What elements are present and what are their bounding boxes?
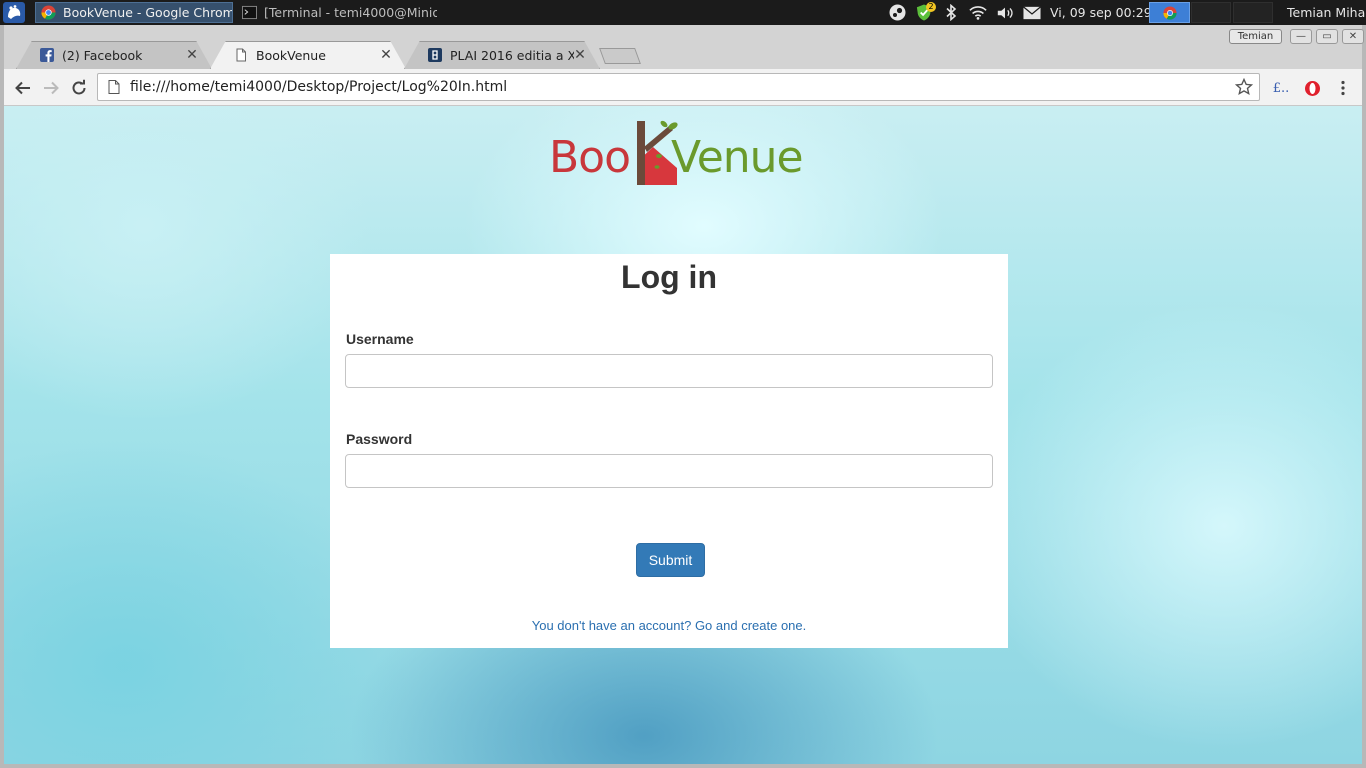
bookvenue-logo: BookVenue bbox=[549, 114, 804, 186]
tab-label: PLAI 2016 editia a XI-a ( bbox=[450, 47, 574, 63]
wifi-icon[interactable] bbox=[969, 4, 987, 22]
update-badge: 2 bbox=[926, 1, 936, 12]
extension-button[interactable]: £.. bbox=[1270, 77, 1292, 99]
address-bar[interactable]: file:///home/temi4000/Desktop/Project/Lo… bbox=[97, 73, 1260, 101]
system-tray: 2 bbox=[888, 0, 1041, 25]
facebook-icon bbox=[40, 48, 54, 62]
opera-icon bbox=[1304, 80, 1320, 96]
bluetooth-icon[interactable] bbox=[942, 4, 960, 22]
logo-venue-text: Venue bbox=[671, 132, 804, 183]
maximize-button[interactable]: ▭ bbox=[1316, 29, 1338, 44]
username-label: Username bbox=[346, 331, 414, 347]
user-name[interactable]: Temian Mihai bbox=[1287, 5, 1366, 20]
chrome-icon bbox=[41, 5, 56, 20]
tab-label: (2) Facebook bbox=[62, 47, 143, 63]
page-icon bbox=[236, 48, 246, 62]
tab-facebook[interactable]: (2) Facebook ✕ bbox=[16, 41, 212, 69]
new-tab-button[interactable] bbox=[599, 48, 641, 64]
password-label: Password bbox=[346, 431, 413, 447]
bookmark-star-icon[interactable] bbox=[1235, 78, 1253, 96]
page-viewport: BookVenue Log in Username Password Submi… bbox=[4, 106, 1362, 764]
steam-icon[interactable] bbox=[888, 4, 906, 22]
page-info-icon[interactable] bbox=[108, 80, 120, 94]
tab-strip: (2) Facebook ✕ BookVenue ✕ PLAI 2016 edi… bbox=[4, 25, 1364, 69]
profile-button[interactable]: Temian bbox=[1229, 29, 1282, 44]
username-input[interactable] bbox=[345, 354, 993, 388]
volume-icon[interactable] bbox=[996, 4, 1014, 22]
page-title: Log in bbox=[621, 259, 717, 295]
clock[interactable]: Vi, 09 sep 00:29 bbox=[1050, 5, 1152, 20]
workspace-2[interactable] bbox=[1191, 2, 1231, 23]
tab-close-icon[interactable]: ✕ bbox=[574, 47, 586, 63]
browser-window: (2) Facebook ✕ BookVenue ✕ PLAI 2016 edi… bbox=[0, 25, 1366, 768]
update-shield-icon[interactable]: 2 bbox=[915, 1, 936, 22]
tab-close-icon[interactable]: ✕ bbox=[380, 47, 392, 63]
taskbar-chrome-label: BookVenue - Google Chrome bbox=[63, 5, 233, 20]
url-text[interactable]: file:///home/temi4000/Desktop/Project/Lo… bbox=[130, 79, 1235, 95]
close-window-button[interactable]: ✕ bbox=[1342, 29, 1364, 44]
create-account-link[interactable]: You don't have an account? Go and create… bbox=[330, 618, 1008, 633]
login-card: Log in Username Password Submit You don'… bbox=[330, 254, 1008, 648]
taskbar-chrome[interactable]: BookVenue - Google Chrome bbox=[35, 2, 233, 23]
tab-label: BookVenue bbox=[256, 47, 326, 63]
system-panel: BookVenue - Google Chrome [Terminal - te… bbox=[0, 0, 1366, 25]
forward-arrow-icon bbox=[44, 81, 59, 95]
password-input[interactable] bbox=[345, 454, 993, 488]
app-menu-icon[interactable] bbox=[3, 2, 25, 23]
plai-icon bbox=[428, 48, 442, 62]
mail-icon[interactable] bbox=[1023, 4, 1041, 22]
taskbar-terminal-label: [Terminal - temi4000@Minio... bbox=[264, 5, 437, 20]
reload-icon bbox=[72, 79, 86, 95]
menu-button[interactable] bbox=[1332, 77, 1354, 99]
tab-close-icon[interactable]: ✕ bbox=[186, 47, 198, 63]
browser-toolbar: file:///home/temi4000/Desktop/Project/Lo… bbox=[4, 69, 1362, 106]
back-arrow-icon bbox=[15, 81, 30, 95]
back-button[interactable] bbox=[12, 77, 34, 99]
logo-k-text: k bbox=[630, 132, 671, 183]
terminal-icon bbox=[242, 5, 257, 20]
opera-extension-button[interactable] bbox=[1301, 77, 1323, 99]
chrome-icon bbox=[1162, 5, 1177, 20]
forward-button[interactable] bbox=[40, 77, 62, 99]
logo-wordmark: BookVenue bbox=[549, 132, 804, 183]
reload-button[interactable] bbox=[68, 77, 90, 99]
tab-plai[interactable]: PLAI 2016 editia a XI-a ( ✕ bbox=[404, 41, 600, 69]
logo-book-text: Boo bbox=[549, 132, 631, 183]
workspace-3[interactable] bbox=[1233, 2, 1273, 23]
ext-icon: £.. bbox=[1272, 80, 1290, 96]
workspace-1[interactable] bbox=[1149, 2, 1190, 23]
minimize-button[interactable]: — bbox=[1290, 29, 1312, 44]
tab-bookvenue[interactable]: BookVenue ✕ bbox=[210, 41, 406, 69]
kebab-menu-icon bbox=[1341, 80, 1345, 96]
taskbar-terminal[interactable]: [Terminal - temi4000@Minio... bbox=[237, 2, 437, 23]
submit-button[interactable]: Submit bbox=[636, 543, 705, 577]
